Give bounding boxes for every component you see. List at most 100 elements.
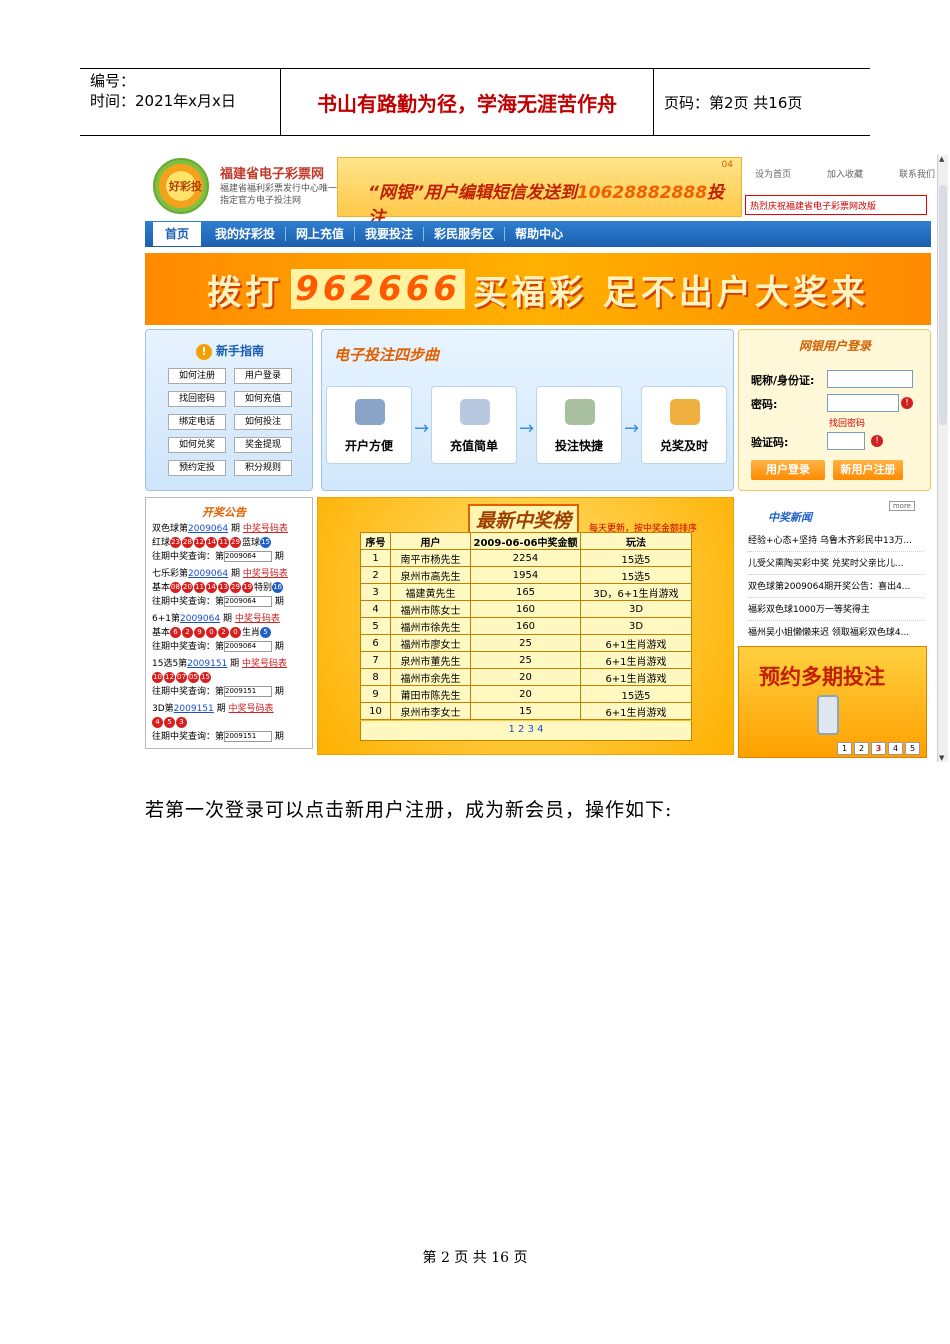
qlc-issue-link[interactable]: 2009064 — [188, 569, 228, 579]
password-input[interactable] — [827, 394, 899, 412]
table-cell: 15 — [470, 702, 581, 720]
scrollbar[interactable]: ▲ ▼ — [937, 155, 948, 762]
news-item[interactable]: 经验+心态+坚持 乌鲁木齐彩民中13万... — [748, 533, 924, 552]
lottery-announcement: 开奖公告 双色球第2009064 期 中奖号码表 红球23 28 12 14 11 29 蓝… — [145, 497, 313, 749]
nav-help[interactable]: 帮助中心 — [505, 227, 573, 241]
table-cell: 3D — [580, 600, 692, 618]
register-button[interactable]: 新用户注册 — [833, 460, 903, 480]
top-links: 设为首页 加入收藏 联系我们 — [755, 167, 935, 180]
scroll-down-icon[interactable]: ▼ — [939, 754, 944, 762]
ssq-issue-link[interactable]: 2009064 — [188, 524, 228, 534]
d3-balls: 453 — [152, 717, 188, 729]
x155-issue-link[interactable]: 2009151 — [187, 659, 227, 669]
table-cell: 福州市余先生 — [390, 668, 471, 686]
table-cell: 15选5 — [580, 549, 692, 567]
d3-issue-select[interactable]: 2009151 — [224, 731, 273, 742]
table-cell: 20 — [470, 685, 581, 703]
site-logo[interactable]: 好彩投 — [153, 158, 209, 214]
table-cell: 5 — [360, 617, 391, 635]
promo-page[interactable]: 4 — [888, 742, 903, 755]
nav-recharge[interactable]: 网上充值 — [286, 227, 356, 241]
qlc-balls: 基本08 20 11 14 13 29 19 特别16 — [152, 582, 284, 593]
promo-page[interactable]: 2 — [854, 742, 869, 755]
table-cell: 8 — [360, 668, 391, 686]
guide-user-login[interactable]: 用户登录 — [234, 368, 292, 384]
scroll-up-icon[interactable]: ▲ — [939, 155, 944, 163]
news-item[interactable]: 儿受父熏陶买彩中奖 兑奖时父亲比儿... — [748, 556, 924, 575]
page-footer: 第 2 页 共 16 页 — [422, 1250, 528, 1266]
captcha-input[interactable] — [827, 432, 865, 450]
news-item[interactable]: 双色球第2009064期开奖公告：喜出4... — [748, 579, 924, 598]
table-row: 3 福建黄先生 165 3D，6+1生肖游戏 — [360, 583, 692, 601]
guide-how-recharge[interactable]: 如何充值 — [234, 391, 292, 407]
guide-find-password[interactable]: 找回密码 — [168, 391, 226, 407]
table-cell: 1 — [360, 549, 391, 567]
x155-detail-link[interactable]: 中奖号码表 — [242, 659, 287, 669]
nav-my-account[interactable]: 我的好彩投 — [205, 227, 287, 241]
guide-withdraw[interactable]: 奖金提现 — [234, 437, 292, 453]
add-favorite-link[interactable]: 加入收藏 — [827, 167, 863, 180]
winners-pagination[interactable]: 1 2 3 4 — [360, 721, 692, 741]
step-open-account[interactable]: 开户方便 — [326, 386, 412, 464]
x155-issue-select[interactable]: 2009151 — [224, 686, 273, 697]
nav-bet[interactable]: 我要投注 — [355, 227, 425, 241]
guide-points-rules[interactable]: 积分规则 — [234, 460, 292, 476]
step-recharge[interactable]: 充值简单 — [431, 386, 517, 464]
id-input[interactable] — [827, 370, 913, 388]
logo-text: 好彩投 — [169, 180, 202, 193]
table-row: 2 泉州市高先生 1954 15选5 — [360, 566, 692, 584]
guide-bind-phone[interactable]: 绑定电话 — [168, 414, 226, 430]
website-screenshot: 好彩投 福建省电子彩票网 福建省福利彩票发行中心唯一指定官方电子投注网 “网银”… — [145, 155, 948, 762]
newbie-guide: 新手指南 如何注册 用户登录 找回密码 如何充值 绑定电话 如何投注 如何兑奖 … — [145, 329, 313, 491]
more-button[interactable]: more — [888, 501, 915, 511]
guide-how-register[interactable]: 如何注册 — [168, 368, 226, 384]
winners-title: 最新中奖榜 — [468, 504, 580, 535]
d3-detail-link[interactable]: 中奖号码表 — [229, 704, 274, 714]
step-bet[interactable]: 投注快捷 — [536, 386, 622, 464]
promo-page[interactable]: 1 — [837, 742, 852, 755]
col-header: 用户 — [390, 532, 471, 550]
steps-title: 电子投注四步曲 — [334, 346, 440, 364]
table-cell: 20 — [470, 668, 581, 686]
contact-link[interactable]: 联系我们 — [899, 167, 935, 180]
four-steps-panel: 电子投注四步曲 开户方便 → 充值简单 → 投注快捷 → 兑奖及时 — [321, 329, 734, 491]
sms-banner[interactable]: “网银”用户编辑短信发送到10628882888投注 04 — [337, 157, 742, 228]
sjy-issue-select[interactable]: 2009064 — [224, 641, 273, 652]
promo-page[interactable]: 3 — [871, 742, 886, 755]
promo-page[interactable]: 5 — [905, 742, 920, 755]
news-item[interactable]: 福州吴小姐懒懒来迟 领取福彩双色球4... — [748, 625, 924, 643]
col-header: 玩法 — [580, 532, 692, 550]
telephone-icon — [355, 399, 385, 425]
nav-service[interactable]: 彩民服务区 — [424, 227, 506, 241]
login-button[interactable]: 用户登录 — [751, 460, 825, 480]
banner-tag: 04 — [721, 160, 733, 170]
guide-how-bet[interactable]: 如何投注 — [234, 414, 292, 430]
scroll-thumb[interactable] — [939, 185, 947, 425]
ssq-detail-link[interactable]: 中奖号码表 — [243, 524, 288, 534]
sjy-issue-link[interactable]: 2009064 — [180, 614, 220, 624]
scheduled-bet-promo[interactable]: 预约多期投注 1 2 3 4 5 — [738, 646, 927, 758]
x155-query: 往期中奖查询：第2009151 期 — [152, 686, 284, 697]
news-item[interactable]: 福彩双色球1000万一等奖得主 — [748, 602, 924, 621]
d3-query: 往期中奖查询：第2009151 期 — [152, 731, 284, 742]
lottery-title: 开奖公告 — [202, 506, 246, 519]
notice-banner[interactable]: 热烈庆祝福建省电子彩票网改版 — [745, 195, 927, 215]
guide-how-redeem[interactable]: 如何兑奖 — [168, 437, 226, 453]
sjy-detail-link[interactable]: 中奖号码表 — [235, 614, 280, 624]
qlc-issue-select[interactable]: 2009064 — [224, 596, 273, 607]
phone-banner[interactable]: 拨打 962666 买福彩 足不出户大奖来 — [145, 253, 931, 325]
nav-home[interactable]: 首页 — [153, 222, 202, 246]
step-redeem[interactable]: 兑奖及时 — [641, 386, 727, 464]
set-homepage-link[interactable]: 设为首页 — [755, 167, 791, 180]
sjy-query: 往期中奖查询：第2009064 期 — [152, 641, 284, 652]
qlc-detail-link[interactable]: 中奖号码表 — [243, 569, 288, 579]
table-cell: 福州市徐先生 — [390, 617, 471, 635]
table-cell: 10 — [360, 702, 391, 720]
guide-scheduled-bet[interactable]: 预约定投 — [168, 460, 226, 476]
table-cell: 160 — [470, 617, 581, 635]
ssq-issue-select[interactable]: 2009064 — [224, 551, 273, 562]
forgot-password-link[interactable]: 找回密码 — [829, 416, 865, 429]
d3-issue-link[interactable]: 2009151 — [174, 704, 214, 714]
winners-table: 序号 用户 2009-06-06中奖金额 玩法 1 南平市杨先生 2254 15选5 2… — [360, 532, 692, 720]
header-meta: 编号： 时间：2021年x月x日 — [80, 69, 281, 135]
